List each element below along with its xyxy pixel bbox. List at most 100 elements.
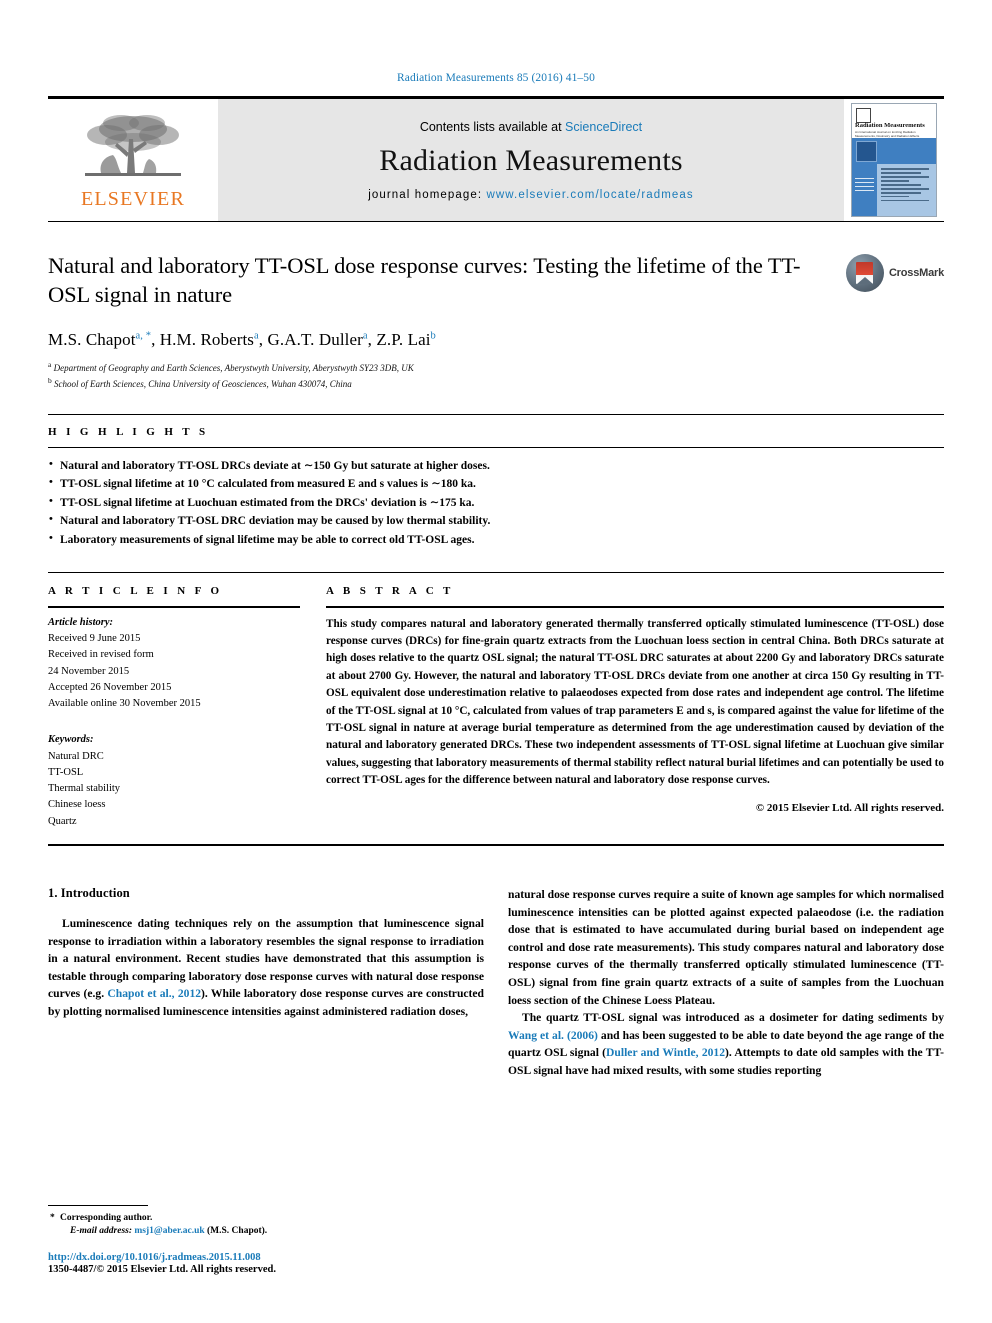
contents-line: Contents lists available at ScienceDirec… xyxy=(420,120,642,134)
article-info-rule xyxy=(48,605,300,608)
author-marks: a xyxy=(362,329,368,341)
crossmark-book-icon xyxy=(856,262,874,284)
abstract-text: This study compares natural and laborato… xyxy=(326,617,944,786)
masthead-center: Contents lists available at ScienceDirec… xyxy=(218,99,844,221)
article-history-item: Available online 30 November 2015 xyxy=(48,698,201,710)
author-entry: H.M. Robertsa xyxy=(160,330,259,349)
email-label: E-mail address: xyxy=(70,1226,133,1236)
cover-subtitle: An International Journal on Ionizing Rad… xyxy=(855,130,920,139)
crossmark-badge[interactable]: CrossMark xyxy=(845,254,944,292)
highlights-top-rule: H I G H L I G H T S xyxy=(48,413,944,438)
journal-homepage-line: journal homepage: www.elsevier.com/locat… xyxy=(368,189,694,201)
article-history-heading: Article history: xyxy=(48,616,114,628)
paragraph: Luminescence dating techniques rely on t… xyxy=(48,915,484,1021)
cover-image: Radiation Measurements An International … xyxy=(851,103,937,217)
cover-top: Radiation Measurements An International … xyxy=(852,104,936,138)
affiliation-item: a Department of Geography and Earth Scie… xyxy=(48,359,824,376)
highlights-list: Natural and laboratory TT-OSL DRCs devia… xyxy=(48,456,944,550)
publisher-logo: ELSEVIER xyxy=(48,99,218,221)
affiliation-mark: a xyxy=(48,359,52,369)
elsevier-wordmark: ELSEVIER xyxy=(80,188,186,210)
homepage-url-link[interactable]: www.elsevier.com/locate/radmeas xyxy=(486,189,693,201)
author-marks: a, * xyxy=(135,329,152,341)
author-entry: G.A.T. Dullera xyxy=(268,330,368,349)
cover-logo-icon xyxy=(856,108,871,123)
contents-prefix: Contents lists available at xyxy=(419,119,566,134)
keywords-block: Keywords: Natural DRC TT-OSL Thermal sta… xyxy=(48,732,300,830)
author-name: G.A.T. Duller xyxy=(267,329,363,349)
keyword-item: TT-OSL xyxy=(48,766,84,778)
affiliation-text: Department of Geography and Earth Scienc… xyxy=(53,362,414,373)
article-history-item: Received in revised form xyxy=(48,649,154,661)
author-entry: Z.P. Laib xyxy=(376,330,436,349)
affiliation-mark: b xyxy=(48,376,52,386)
article-history-item: Accepted 26 November 2015 xyxy=(48,681,172,693)
cover-body xyxy=(852,164,936,216)
highlight-item: Natural and laboratory TT-OSL DRC deviat… xyxy=(48,511,944,531)
highlight-item: TT-OSL signal lifetime at 10 °C calculat… xyxy=(48,474,944,494)
sciencedirect-link[interactable]: ScienceDirect xyxy=(565,120,642,134)
highlights-inner-rule: Natural and laboratory TT-OSL DRCs devia… xyxy=(48,446,944,550)
highlights-label: H I G H L I G H T S xyxy=(48,425,209,438)
journal-cover-thumb: Radiation Measurements An International … xyxy=(844,99,944,221)
keyword-item: Quartz xyxy=(48,815,77,827)
cover-contents-lines xyxy=(881,168,932,204)
keyword-item: Natural DRC xyxy=(48,750,104,762)
journal-title: Radiation Measurements xyxy=(379,143,683,177)
article-history-item: 24 November 2015 xyxy=(48,665,130,677)
keywords-heading: Keywords: xyxy=(48,734,94,746)
homepage-prefix: journal homepage: xyxy=(368,188,487,201)
highlight-item: TT-OSL signal lifetime at Luochuan estim… xyxy=(48,493,944,513)
email-suffix: (M.S. Chapot). xyxy=(207,1226,268,1236)
cover-left-text-lines xyxy=(855,178,874,194)
keyword-item: Chinese loess xyxy=(48,799,106,811)
info-abstract-bottom-rule xyxy=(48,843,944,846)
affiliation-item: b School of Earth Sciences, China Univer… xyxy=(48,375,824,392)
elsevier-tree-icon xyxy=(85,115,181,176)
cover-title: Radiation Measurements xyxy=(855,122,925,129)
author-name: Z.P. Lai xyxy=(376,329,431,349)
citation-link[interactable]: Chapot et al., 2012 xyxy=(107,987,201,1000)
highlight-item: Natural and laboratory TT-OSL DRCs devia… xyxy=(48,456,944,476)
email-link[interactable]: msj1@aber.ac.uk xyxy=(134,1226,204,1236)
author-list: M.S. Chapota, *, H.M. Robertsa, G.A.T. D… xyxy=(48,329,436,349)
keyword-item: Thermal stability xyxy=(48,783,121,795)
cover-band xyxy=(852,138,936,164)
article-history-item: Received 9 June 2015 xyxy=(48,632,141,644)
title-block: CrossMark Natural and laboratory TT-OSL … xyxy=(48,252,944,392)
cover-motif-icon xyxy=(856,141,877,162)
abstract-copyright: © 2015 Elsevier Ltd. All rights reserved… xyxy=(755,802,944,815)
affiliation-list: a Department of Geography and Earth Scie… xyxy=(48,359,824,392)
corresponding-author-text: Corresponding author. xyxy=(60,1213,153,1224)
running-head: Radiation Measurements 85 (2016) 41–50 xyxy=(397,72,595,84)
corresponding-author-note: * Corresponding author. xyxy=(48,1211,468,1226)
crossmark-label: CrossMark xyxy=(888,267,944,279)
author-name: M.S. Chapot xyxy=(48,329,136,349)
abstract-label: A B S T R A C T xyxy=(326,584,454,597)
highlights-section: H I G H L I G H T S Natural and laborato… xyxy=(48,413,944,550)
author-marks: b xyxy=(430,329,436,341)
citation-link[interactable]: Duller and Wintle, 2012 xyxy=(606,1046,725,1059)
footnote-rule xyxy=(48,1205,148,1207)
crossmark-circle-icon xyxy=(845,254,884,292)
page-title: Natural and laboratory TT-OSL dose respo… xyxy=(48,253,801,307)
journal-masthead: ELSEVIER Contents lists available at Sci… xyxy=(48,96,944,222)
asterisk-icon: * xyxy=(50,1213,55,1224)
article-first-page: Radiation Measurements 85 (2016) 41–50 E… xyxy=(0,0,992,1323)
paragraph: The quartz TT-OSL signal was introduced … xyxy=(508,1009,944,1079)
info-abstract-section: A R T I C L E I N F O Article history: R… xyxy=(48,571,944,830)
author-entry: M.S. Chapota, * xyxy=(48,330,151,349)
body-column-right: natural dose response curves require a s… xyxy=(508,886,944,1080)
email-note: E-mail address: msj1@aber.ac.uk (M.S. Ch… xyxy=(48,1226,468,1236)
article-info-label: A R T I C L E I N F O xyxy=(48,584,223,597)
author-marks: a xyxy=(254,329,259,341)
doi-link[interactable]: http://dx.doi.org/10.1016/j.radmeas.2015… xyxy=(48,1252,468,1263)
section-title-introduction: 1. Introduction xyxy=(48,885,130,900)
affiliation-text: School of Earth Sciences, China Universi… xyxy=(54,379,352,390)
citation-link[interactable]: Wang et al. (2006) xyxy=(508,1029,598,1042)
abstract-rule xyxy=(326,605,944,608)
footnote-block: * Corresponding author. E-mail address: … xyxy=(48,1205,468,1275)
article-history-block: Article history: Received 9 June 2015 Re… xyxy=(48,615,300,713)
highlight-item: Laboratory measurements of signal lifeti… xyxy=(48,530,944,550)
paragraph-text: The quartz TT-OSL signal was introduced … xyxy=(522,1011,944,1025)
